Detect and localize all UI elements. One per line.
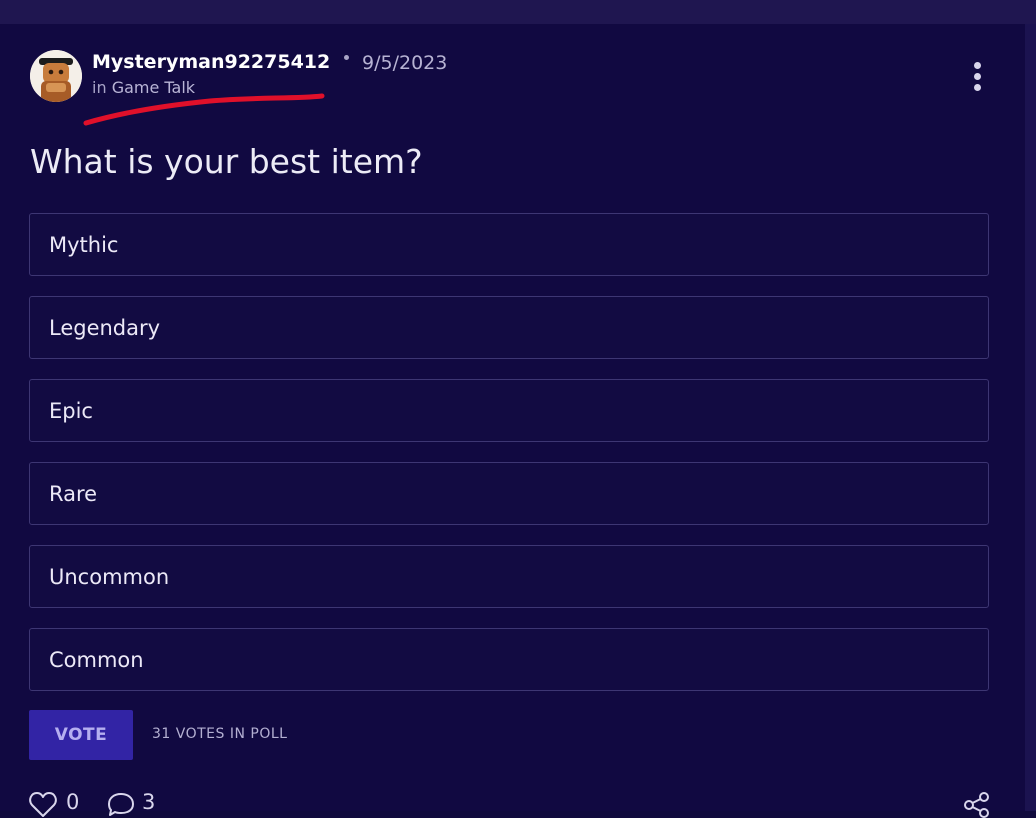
poll-option-label: Epic	[49, 399, 93, 423]
more-dot	[974, 73, 981, 80]
poll-option-legendary[interactable]: Legendary	[29, 296, 989, 359]
poll-option-rare[interactable]: Rare	[29, 462, 989, 525]
page-edge	[1025, 24, 1036, 811]
more-vertical-icon	[974, 62, 981, 69]
comment-icon	[108, 793, 134, 816]
poll-option-label: Mythic	[49, 233, 119, 257]
share-button[interactable]	[962, 788, 994, 818]
vote-count: 31 VOTES IN POLL	[152, 726, 288, 742]
post-question: What is your best item?	[30, 142, 423, 181]
poll-option-epic[interactable]: Epic	[29, 379, 989, 442]
poll-option-common[interactable]: Common	[29, 628, 989, 691]
separator-dot	[344, 55, 349, 60]
more-options-button[interactable]	[966, 58, 990, 94]
avatar-image	[30, 50, 82, 102]
poll-option-label: Uncommon	[49, 565, 170, 589]
more-dot	[974, 84, 981, 91]
poll-option-label: Legendary	[49, 316, 161, 340]
red-underline-annotation	[83, 93, 325, 126]
top-bar	[0, 0, 1036, 24]
comment-button[interactable]: 3	[107, 788, 167, 818]
share-icon	[964, 792, 989, 818]
heart-icon	[29, 792, 57, 817]
post-date: 9/5/2023	[362, 52, 448, 74]
poll-option-mythic[interactable]: Mythic	[29, 213, 989, 276]
author-name[interactable]: Mysteryman92275412	[92, 51, 330, 73]
avatar[interactable]	[30, 50, 82, 102]
poll-option-label: Rare	[49, 482, 98, 506]
poll-option-uncommon[interactable]: Uncommon	[29, 545, 989, 608]
post-card: Mysteryman92275412 9/5/2023 in Game Talk…	[0, 24, 1025, 818]
like-count: 0	[66, 790, 80, 814]
vote-button[interactable]: VOTE	[29, 710, 133, 760]
comment-count: 3	[142, 790, 156, 814]
poll-option-label: Common	[49, 648, 144, 672]
like-button[interactable]: 0	[29, 788, 89, 818]
